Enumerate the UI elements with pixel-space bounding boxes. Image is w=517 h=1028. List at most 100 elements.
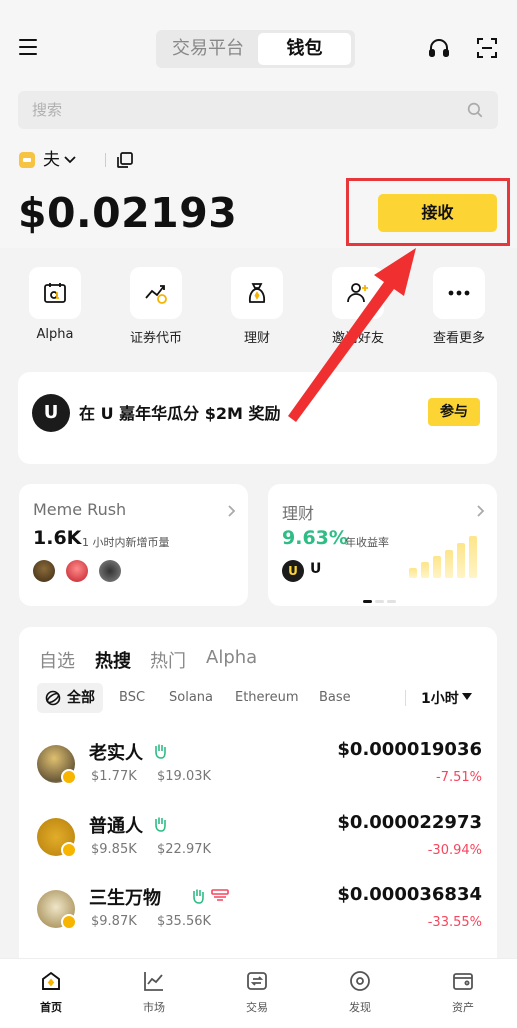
hand-icon [155, 744, 166, 759]
nav-trade[interactable]: 交易 [227, 969, 287, 1015]
quick-action-alpha[interactable]: Alpha [20, 267, 90, 342]
token-price: $0.000036834 [337, 884, 482, 905]
tab-exchange[interactable]: 交易平台 [160, 33, 256, 65]
tab-favorites[interactable]: 自选 [39, 647, 75, 673]
token-row[interactable]: 普通人 $9.85K $22.97K $0.000022973 -30.94% [37, 812, 482, 872]
token-name: 三生万物 [89, 888, 161, 909]
globe-icon [45, 690, 61, 706]
earn-icon [248, 283, 266, 303]
u-logo-icon: U [32, 394, 70, 432]
nav-home[interactable]: 首页 [21, 969, 81, 1015]
token-price: $0.000022973 [337, 812, 482, 833]
tab-hot-search[interactable]: 热搜 [95, 647, 131, 673]
quick-action-stock-token[interactable]: 证券代币 [121, 267, 191, 346]
stock-token-icon [145, 285, 167, 304]
promo-banner[interactable]: U 在 U 嘉年华瓜分 $2M 奖励 参与 [18, 372, 497, 464]
token-change: -7.51% [436, 770, 482, 785]
token-liquidity: $9.85K [91, 842, 137, 857]
token-avatar [33, 560, 55, 582]
total-balance: $0.02193 [18, 189, 238, 237]
hand-icon [155, 817, 166, 832]
token-row[interactable]: 老实人 $1.77K $19.03K $0.000019036 -7.51% [37, 739, 482, 799]
chevron-down-icon [64, 156, 76, 164]
token-name: 普通人 [89, 816, 143, 837]
mode-switcher: 交易平台 钱包 [156, 30, 355, 68]
token-row[interactable]: 三生万物 $9.87K $35.56K $0.000036834 -33.55% [37, 884, 482, 944]
tab-alpha[interactable]: Alpha [206, 647, 257, 668]
market-chart-icon [144, 972, 163, 991]
card-subtitle: 1 小时内新增币量 [82, 536, 170, 549]
earn-card[interactable]: 理财 9.63% 年收益率 U U [268, 484, 497, 606]
divider [405, 690, 406, 706]
apy-bars-decoration [409, 536, 479, 578]
more-icon [448, 290, 470, 296]
alpha-icon [44, 283, 66, 303]
wallet-home-screen: 交易平台 钱包 夫 $0.02193 接收 [0, 0, 517, 1028]
header: 交易平台 钱包 [0, 28, 517, 68]
hand-icon [193, 889, 204, 904]
caret-down-icon[interactable] [462, 693, 472, 701]
token-avatar [66, 560, 88, 582]
chain-filter-ethereum[interactable]: Ethereum [235, 690, 299, 705]
wallet-icon [453, 973, 473, 990]
token-market-cap: $35.56K [157, 914, 212, 929]
card-title: 理财 [282, 504, 315, 523]
search-icon[interactable] [466, 101, 484, 119]
chain-filter-all[interactable]: 全部 [37, 683, 103, 713]
quick-action-label: 查看更多 [432, 331, 485, 346]
quick-action-label: 证券代币 [129, 331, 182, 346]
invite-friends-icon [347, 283, 368, 303]
quick-action-invite[interactable]: 邀请好友 [323, 267, 393, 346]
token-change: -33.55% [427, 915, 482, 930]
token-market-cap: $19.03K [157, 769, 212, 784]
chain-filter-base[interactable]: Base [319, 690, 351, 705]
discover-icon [350, 971, 370, 991]
meme-rush-card[interactable]: Meme Rush 1.6K 1 小时内新增币量 [19, 484, 248, 606]
menu-icon[interactable] [19, 39, 37, 55]
divider [105, 153, 106, 167]
trade-icon [247, 972, 267, 990]
receive-button[interactable]: 接收 [378, 194, 497, 232]
tag-icon [211, 889, 229, 901]
headset-icon[interactable] [427, 36, 451, 60]
token-price: $0.000019036 [337, 739, 482, 760]
nav-market[interactable]: 市场 [124, 969, 184, 1015]
token-avatar [99, 560, 121, 582]
carousel-dots [363, 588, 399, 607]
token-liquidity: $9.87K [91, 914, 137, 929]
nav-assets[interactable]: 资产 [433, 969, 493, 1015]
coin-label: U [310, 561, 322, 577]
chevron-right-icon [477, 505, 485, 517]
token-market-cap: $22.97K [157, 842, 212, 857]
new-token-count: 1.6K [33, 527, 82, 549]
quick-action-label: Alpha [36, 327, 74, 342]
wallet-badge-icon [19, 152, 35, 168]
search-bar [18, 91, 498, 129]
tab-wallet[interactable]: 钱包 [258, 33, 351, 65]
quick-action-earn[interactable]: 理财 [222, 267, 292, 346]
chain-filter-solana[interactable]: Solana [169, 690, 213, 705]
account-name: 夫 [43, 150, 60, 170]
bottom-nav: 首页 市场 交易 发现 资产 [0, 958, 517, 1028]
quick-action-label: 邀请好友 [331, 331, 384, 346]
chain-badge-icon [61, 769, 77, 785]
card-title: Meme Rush [33, 500, 127, 519]
scan-icon[interactable] [475, 36, 499, 60]
quick-action-label: 理财 [243, 331, 270, 346]
quick-action-more[interactable]: 查看更多 [424, 267, 494, 346]
token-change: -30.94% [427, 843, 482, 858]
period-selector[interactable]: 1小时 [421, 688, 459, 708]
chain-filter-bsc[interactable]: BSC [119, 690, 145, 705]
chain-badge-icon [61, 914, 77, 930]
search-input[interactable] [32, 91, 432, 129]
u-coin-icon: U [282, 560, 304, 582]
apy-value: 9.63% [282, 527, 348, 549]
token-name: 老实人 [89, 743, 143, 764]
nav-discover[interactable]: 发现 [330, 969, 390, 1015]
copy-icon[interactable] [116, 151, 134, 169]
chain-badge-icon [61, 842, 77, 858]
tab-popular[interactable]: 热门 [150, 647, 186, 673]
card-subtitle: 年收益率 [345, 536, 389, 549]
market-panel: 自选 热搜 热门 Alpha 全部 BSC Solana Ethereum Ba… [19, 627, 497, 967]
join-button[interactable]: 参与 [428, 398, 480, 426]
